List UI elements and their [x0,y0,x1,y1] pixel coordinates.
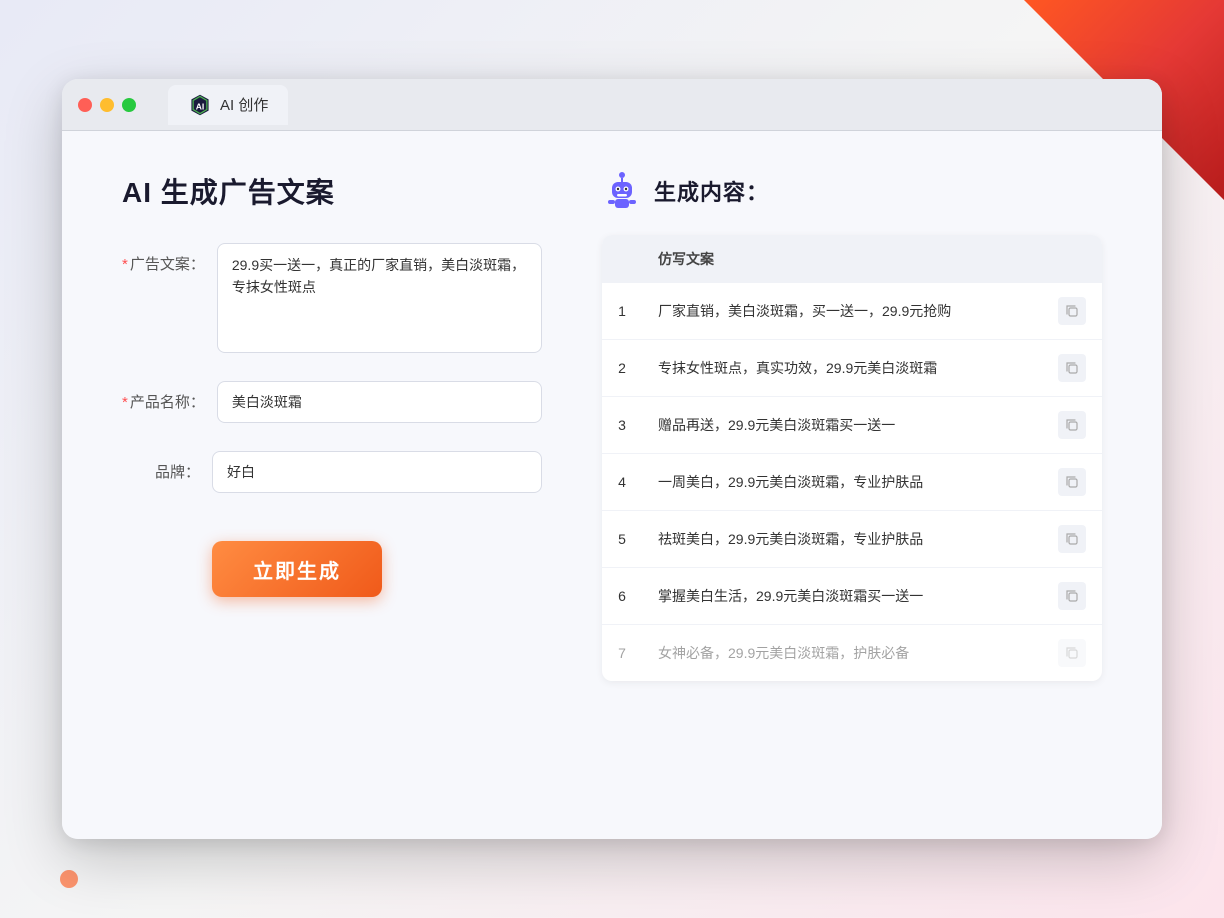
ad-copy-input[interactable]: 29.9买一送一，真正的厂家直销，美白淡斑霜，专抹女性斑点 [217,243,542,353]
left-panel: AI 生成广告文案 *广告文案： 29.9买一送一，真正的厂家直销，美白淡斑霜，… [122,171,542,799]
browser-titlebar: AI AI 创作 [62,79,1162,131]
traffic-lights [78,98,136,112]
right-header: 生成内容： [602,171,1102,211]
row-number: 7 [602,625,642,682]
row-number: 5 [602,511,642,568]
required-star-2: * [122,394,128,411]
row-text: 女神必备，29.9元美白淡斑霜，护肤必备 [642,625,1042,682]
browser-tab[interactable]: AI AI 创作 [168,85,288,125]
generate-button[interactable]: 立即生成 [212,541,382,597]
row-text: 赠品再送，29.9元美白淡斑霜买一送一 [642,397,1042,454]
copy-button[interactable] [1058,525,1086,553]
copy-button[interactable] [1058,468,1086,496]
ad-copy-row: *广告文案： 29.9买一送一，真正的厂家直销，美白淡斑霜，专抹女性斑点 [122,243,542,353]
robot-icon [602,171,642,211]
copy-cell [1042,454,1102,511]
copy-cell [1042,283,1102,340]
results-table: 仿写文案 1厂家直销，美白淡斑霜，买一送一，29.9元抢购 2专抹女性斑点，真实… [602,235,1102,681]
copy-cell [1042,340,1102,397]
row-text: 一周美白，29.9元美白淡斑霜，专业护肤品 [642,454,1042,511]
maximize-button[interactable] [122,98,136,112]
row-text: 掌握美白生活，29.9元美白淡斑霜买一送一 [642,568,1042,625]
brand-input[interactable]: 好白 [212,451,542,493]
table-row: 5祛斑美白，29.9元美白淡斑霜，专业护肤品 [602,511,1102,568]
table-row: 2专抹女性斑点，真实功效，29.9元美白淡斑霜 [602,340,1102,397]
copy-cell [1042,397,1102,454]
table-header-row: 仿写文案 [602,235,1102,283]
table-row: 4一周美白，29.9元美白淡斑霜，专业护肤品 [602,454,1102,511]
tab-label: AI 创作 [220,94,268,115]
copy-cell [1042,568,1102,625]
row-number: 1 [602,283,642,340]
page-title: AI 生成广告文案 [122,171,542,211]
row-number: 3 [602,397,642,454]
row-text: 厂家直销，美白淡斑霜，买一送一，29.9元抢购 [642,283,1042,340]
brand-label: 品牌： [122,451,212,482]
copy-button[interactable] [1058,411,1086,439]
right-panel: 生成内容： 仿写文案 1厂家直销，美白淡斑霜，买一送一，29.9元抢购 2 [602,171,1102,799]
table-row: 7女神必备，29.9元美白淡斑霜，护肤必备 [602,625,1102,682]
ai-tab-icon: AI [188,93,212,117]
copy-button[interactable] [1058,639,1086,667]
svg-text:AI: AI [196,101,205,111]
ad-copy-label: *广告文案： [122,243,217,274]
copy-cell [1042,511,1102,568]
copy-cell [1042,625,1102,682]
col-action [1042,235,1102,283]
row-text: 祛斑美白，29.9元美白淡斑霜，专业护肤品 [642,511,1042,568]
row-number: 4 [602,454,642,511]
browser-content: AI 生成广告文案 *广告文案： 29.9买一送一，真正的厂家直销，美白淡斑霜，… [62,131,1162,839]
results-body: 1厂家直销，美白淡斑霜，买一送一，29.9元抢购 2专抹女性斑点，真实功效，29… [602,283,1102,681]
required-star-1: * [122,256,128,273]
table-row: 3赠品再送，29.9元美白淡斑霜买一送一 [602,397,1102,454]
product-name-label: *产品名称： [122,381,217,412]
brand-row: 品牌： 好白 [122,451,542,493]
product-name-row: *产品名称： 美白淡斑霜 [122,381,542,423]
table-row: 1厂家直销，美白淡斑霜，买一送一，29.9元抢购 [602,283,1102,340]
product-name-input[interactable]: 美白淡斑霜 [217,381,542,423]
row-number: 2 [602,340,642,397]
copy-button[interactable] [1058,354,1086,382]
row-number: 6 [602,568,642,625]
row-text: 专抹女性斑点，真实功效，29.9元美白淡斑霜 [642,340,1042,397]
copy-button[interactable] [1058,297,1086,325]
close-button[interactable] [78,98,92,112]
col-content: 仿写文案 [642,235,1042,283]
col-num [602,235,642,283]
browser-window: AI AI 创作 AI 生成广告文案 *广告文案： 29.9买一送一，真正的厂家… [62,79,1162,839]
copy-button[interactable] [1058,582,1086,610]
right-title: 生成内容： [654,175,769,207]
minimize-button[interactable] [100,98,114,112]
table-row: 6掌握美白生活，29.9元美白淡斑霜买一送一 [602,568,1102,625]
